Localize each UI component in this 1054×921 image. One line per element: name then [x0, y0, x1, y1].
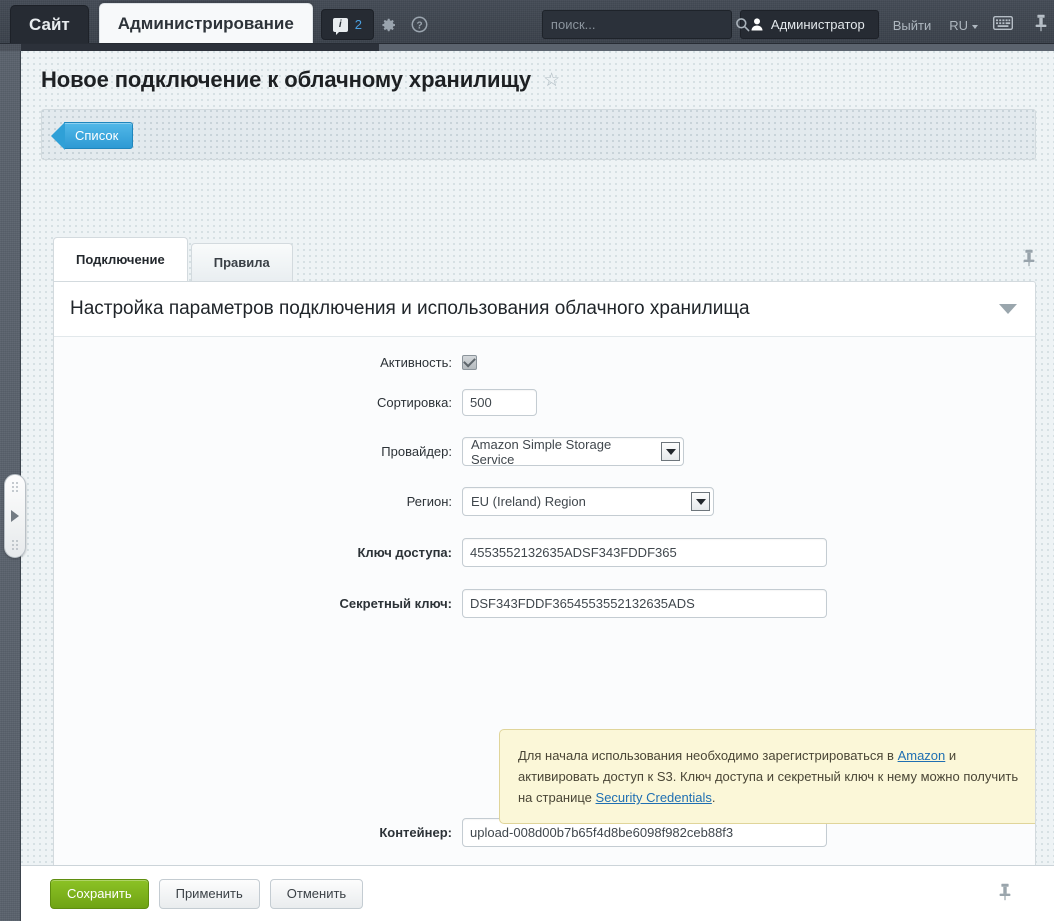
search-box[interactable]	[541, 10, 750, 39]
tab-rules[interactable]: Правила	[190, 243, 293, 281]
question-icon[interactable]: ?	[404, 9, 434, 40]
pin-icon[interactable]	[1022, 249, 1036, 270]
field-label-container: Контейнер:	[379, 825, 452, 840]
form-tabstrip: Подключение Правила	[53, 237, 1036, 281]
secret-key-input[interactable]	[462, 589, 827, 618]
field-label-active: Активность:	[380, 355, 452, 370]
notice-text-3: .	[711, 790, 716, 805]
field-label-sort: Сортировка:	[377, 395, 452, 410]
logout-link[interactable]: Выйти	[893, 18, 932, 33]
page-container: Новое подключение к облачному хранилищу …	[21, 51, 1054, 921]
active-checkbox[interactable]	[462, 355, 477, 370]
security-credentials-link[interactable]: Security Credentials	[596, 790, 712, 805]
notifications-count: 2	[354, 17, 363, 32]
info-bubble-icon: i	[332, 17, 348, 35]
form-footer: Сохранить Применить Отменить	[21, 865, 1054, 921]
field-row-active: Активность:	[54, 355, 1035, 370]
grip-dots-icon	[11, 540, 19, 550]
keyboard-icon[interactable]	[990, 10, 1016, 36]
cancel-button-label: Отменить	[286, 886, 347, 901]
nav-tab-site[interactable]: Сайт	[10, 5, 89, 43]
search-icon[interactable]	[735, 17, 750, 32]
section-header[interactable]: Настройка параметров подключения и испол…	[54, 282, 1035, 337]
grip-dots-icon	[11, 482, 19, 492]
field-label-region: Регион:	[406, 494, 452, 509]
tab-connection[interactable]: Подключение	[53, 237, 188, 281]
pin-icon[interactable]	[998, 883, 1012, 904]
chevron-down-icon[interactable]	[999, 304, 1017, 314]
pin-icon[interactable]	[1028, 10, 1054, 36]
top-navigation-bar: Сайт Администрирование i 2 ? поиск... Ад…	[0, 0, 1054, 44]
user-icon	[751, 18, 763, 31]
page-title: Новое подключение к облачному хранилищу	[41, 67, 532, 92]
field-row-secret-key: Секретный ключ:	[54, 589, 1035, 618]
provider-select[interactable]: Amazon Simple Storage Service	[462, 436, 684, 467]
list-button[interactable]: Список	[50, 122, 134, 150]
amazon-link[interactable]: Amazon	[898, 748, 946, 763]
field-label-access-key: Ключ доступа:	[357, 545, 452, 560]
tab-connection-label: Подключение	[76, 252, 165, 267]
chevron-down-icon[interactable]	[691, 492, 710, 511]
provider-select-value: Amazon Simple Storage Service	[471, 436, 612, 467]
save-button[interactable]: Сохранить	[50, 878, 149, 909]
region-select[interactable]: EU (Ireland) Region	[462, 487, 714, 516]
apply-button-label: Применить	[175, 886, 243, 901]
logout-label: Выйти	[892, 18, 932, 33]
svg-text:?: ?	[416, 20, 422, 31]
field-row-access-key: Ключ доступа:	[54, 538, 1035, 567]
form-body: Активность: Сортировка: Провайдер: Amazo…	[54, 337, 1035, 915]
list-button-label: Список	[75, 128, 119, 143]
gear-icon[interactable]	[374, 9, 404, 40]
form-card: Настройка параметров подключения и испол…	[53, 281, 1036, 916]
nav-tab-site-label: Сайт	[29, 14, 70, 34]
tab-rules-label: Правила	[213, 255, 270, 270]
field-label-provider: Провайдер:	[381, 444, 452, 459]
search-input[interactable]	[542, 11, 735, 38]
field-row-provider: Провайдер: Amazon Simple Storage Service	[54, 436, 1035, 467]
info-notice: Для начала использования необходимо заре…	[499, 729, 1035, 824]
nav-tab-admin-label: Администрирование	[117, 13, 294, 33]
page-header: Новое подключение к облачному хранилищу …	[41, 67, 560, 93]
save-button-label: Сохранить	[67, 886, 132, 901]
scrollbar-thumb[interactable]	[379, 44, 1054, 51]
nav-tab-admin[interactable]: Администрирование	[98, 3, 313, 43]
sidebar-expand-handle[interactable]	[4, 474, 26, 558]
chevron-right-icon	[11, 510, 19, 522]
user-name-label: Администратор	[770, 17, 865, 32]
cancel-button[interactable]: Отменить	[269, 878, 364, 909]
language-selector[interactable]: RU	[949, 18, 978, 33]
chevron-down-icon	[972, 24, 978, 29]
notice-text-1: Для начала использования необходимо заре…	[518, 748, 898, 763]
access-key-input[interactable]	[462, 538, 827, 567]
action-toolbar: Список	[41, 109, 1036, 160]
horizontal-scrollbar[interactable]	[21, 44, 1054, 51]
field-row-sort: Сортировка:	[54, 389, 1035, 416]
apply-button[interactable]: Применить	[158, 878, 260, 909]
field-label-secret-key: Секретный ключ:	[339, 596, 452, 611]
field-row-region: Регион: EU (Ireland) Region	[54, 487, 1035, 516]
notifications-button[interactable]: i 2	[320, 9, 375, 40]
section-title: Настройка параметров подключения и испол…	[70, 298, 750, 319]
sort-input[interactable]	[462, 389, 537, 416]
language-label: RU	[949, 18, 968, 33]
region-select-value: EU (Ireland) Region	[471, 494, 586, 509]
workspace: Новое подключение к облачному хранилищу …	[0, 44, 1054, 921]
chevron-down-icon[interactable]	[661, 442, 680, 461]
star-icon[interactable]: ☆	[543, 71, 560, 90]
user-menu-button[interactable]: Администратор	[739, 10, 879, 39]
